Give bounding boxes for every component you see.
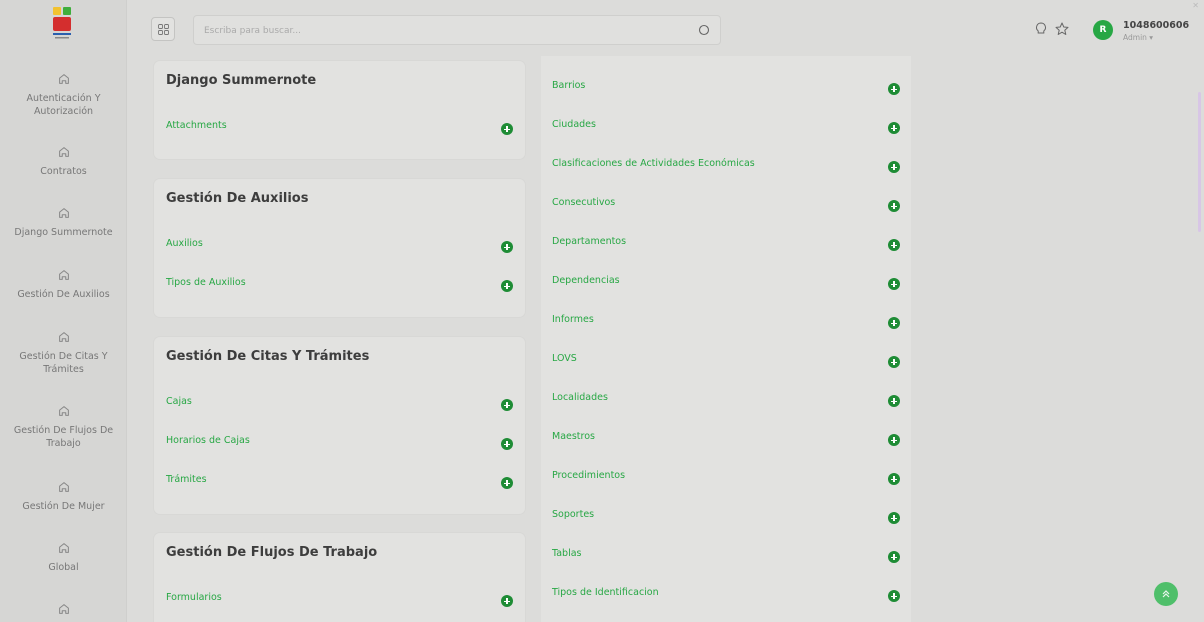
home-icon [58, 147, 69, 157]
link-ciudades[interactable]: Ciudades [552, 119, 596, 130]
add-clasificaciones-button[interactable] [888, 161, 900, 173]
search-box [193, 15, 721, 45]
search-icon[interactable] [698, 24, 710, 36]
link-cajas[interactable]: Cajas [166, 396, 192, 407]
link-departamentos[interactable]: Departamentos [552, 236, 626, 247]
sidebar-item-label: Autenticación Y Autorización [26, 93, 101, 117]
add-maestros-button[interactable] [888, 434, 900, 446]
sidebar: Autenticación Y Autorización Contratos D… [0, 0, 127, 622]
card-title: Gestión De Auxilios [166, 191, 309, 206]
card-title: Gestión De Citas Y Trámites [166, 349, 370, 364]
add-informes-button[interactable] [888, 317, 900, 329]
sidebar-item-label: Global [48, 562, 79, 573]
scroll-to-top-button[interactable] [1154, 582, 1178, 606]
sidebar-item-label: Django Summernote [14, 227, 113, 238]
card-global: Barrios Ciudades Clasificaciones de Acti… [541, 56, 911, 622]
app-logo[interactable] [51, 7, 73, 41]
topbar: R 1048600606 Admin ▾ ✕ [127, 0, 1204, 62]
close-icon[interactable]: ✕ [1192, 1, 1199, 10]
link-consecutivos[interactable]: Consecutivos [552, 197, 615, 208]
sidebar-item-autenticacion[interactable]: Autenticación Y Autorización [0, 72, 126, 118]
sidebar-item-contratos[interactable]: Contratos [0, 145, 126, 178]
add-formularios-button[interactable] [501, 595, 513, 607]
scrollbar[interactable] [1198, 92, 1201, 232]
link-soportes[interactable]: Soportes [552, 509, 594, 520]
card-title: Gestión De Flujos De Trabajo [166, 545, 378, 560]
add-departamentos-button[interactable] [888, 239, 900, 251]
add-barrios-button[interactable] [888, 83, 900, 95]
add-ciudades-button[interactable] [888, 122, 900, 134]
sidebar-item-gestion-mujer[interactable]: Gestión De Mujer [0, 480, 126, 513]
add-tramites-button[interactable] [501, 477, 513, 489]
card-gestion-citas: Gestión De Citas Y Trámites Cajas Horari… [154, 337, 525, 514]
add-dependencias-button[interactable] [888, 278, 900, 290]
home-icon [58, 208, 69, 218]
link-tablas[interactable]: Tablas [552, 548, 582, 559]
card-gestion-auxilios: Gestión De Auxilios Auxilios Tipos de Au… [154, 179, 525, 317]
sidebar-item-gestion-flujos[interactable]: Gestión De Flujos De Trabajo [0, 404, 126, 450]
add-lovs-button[interactable] [888, 356, 900, 368]
sidebar-item-label: Gestión De Citas Y Trámites [19, 351, 108, 375]
card-gestion-flujos: Gestión De Flujos De Trabajo Formularios [154, 533, 525, 622]
user-role-dropdown[interactable]: Admin ▾ [1123, 33, 1153, 42]
add-consecutivos-button[interactable] [888, 200, 900, 212]
add-soportes-button[interactable] [888, 512, 900, 524]
link-maestros[interactable]: Maestros [552, 431, 595, 442]
sidebar-item-next[interactable] [0, 602, 126, 622]
link-formularios[interactable]: Formularios [166, 592, 222, 603]
add-localidades-button[interactable] [888, 395, 900, 407]
lightbulb-icon[interactable] [1035, 22, 1047, 36]
link-informes[interactable]: Informes [552, 314, 594, 325]
link-tipos-identificacion[interactable]: Tipos de Identificacion [552, 587, 659, 598]
home-icon [58, 543, 69, 553]
user-name[interactable]: 1048600606 [1123, 20, 1189, 31]
add-procedimientos-button[interactable] [888, 473, 900, 485]
home-icon [58, 332, 69, 342]
sidebar-item-label: Gestión De Mujer [22, 501, 105, 512]
link-auxilios[interactable]: Auxilios [166, 238, 203, 249]
link-localidades[interactable]: Localidades [552, 392, 608, 403]
add-auxilios-button[interactable] [501, 241, 513, 253]
link-barrios[interactable]: Barrios [552, 80, 585, 91]
add-tipos-auxilios-button[interactable] [501, 280, 513, 292]
add-horarios-cajas-button[interactable] [501, 438, 513, 450]
sidebar-item-django-summernote[interactable]: Django Summernote [0, 206, 126, 239]
star-icon[interactable] [1055, 22, 1069, 36]
avatar[interactable]: R [1093, 20, 1113, 40]
search-input[interactable] [204, 23, 674, 39]
link-procedimientos[interactable]: Procedimientos [552, 470, 625, 481]
home-icon [58, 604, 69, 614]
link-lovs[interactable]: LOVS [552, 353, 577, 364]
link-dependencias[interactable]: Dependencias [552, 275, 620, 286]
add-cajas-button[interactable] [501, 399, 513, 411]
home-icon [58, 406, 69, 416]
sidebar-item-gestion-citas[interactable]: Gestión De Citas Y Trámites [0, 330, 126, 376]
home-icon [58, 270, 69, 280]
link-tramites[interactable]: Trámites [166, 474, 207, 485]
grid-icon [157, 23, 169, 35]
card-django-summernote: Django Summernote Attachments [154, 61, 525, 159]
sidebar-item-global[interactable]: Global [0, 541, 126, 574]
apps-grid-button[interactable] [151, 17, 175, 41]
sidebar-item-gestion-auxilios[interactable]: Gestión De Auxilios [0, 268, 126, 301]
add-tablas-button[interactable] [888, 551, 900, 563]
home-icon [58, 482, 69, 492]
link-horarios-cajas[interactable]: Horarios de Cajas [166, 435, 250, 446]
home-icon [58, 74, 69, 84]
link-attachments[interactable]: Attachments [166, 120, 227, 131]
link-clasificaciones[interactable]: Clasificaciones de Actividades Económica… [552, 158, 755, 169]
chevron-up-icon [1162, 590, 1170, 598]
add-attachments-button[interactable] [501, 123, 513, 135]
sidebar-item-label: Gestión De Auxilios [17, 289, 110, 300]
add-tipos-identificacion-button[interactable] [888, 590, 900, 602]
sidebar-item-label: Contratos [40, 166, 87, 177]
sidebar-item-label: Gestión De Flujos De Trabajo [13, 425, 114, 449]
link-tipos-auxilios[interactable]: Tipos de Auxilios [166, 277, 246, 288]
card-title: Django Summernote [166, 73, 317, 88]
